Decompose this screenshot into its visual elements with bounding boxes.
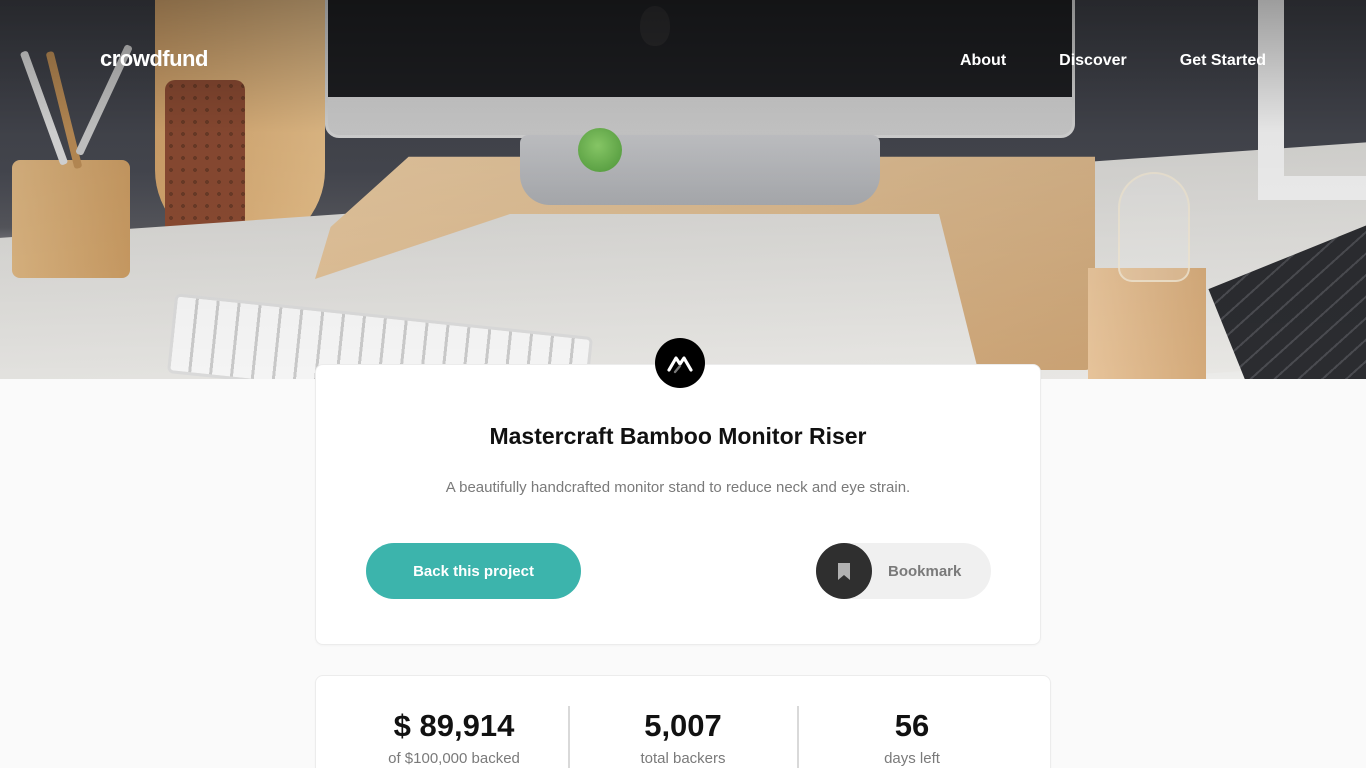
top-navigation: crowdfund About Discover Get Started — [0, 0, 1366, 120]
project-intro-card: Mastercraft Bamboo Monitor Riser A beaut… — [315, 338, 1041, 645]
nav-links: About Discover Get Started — [960, 52, 1266, 70]
project-stats-card: $ 89,914 of $100,000 backed 5,007 total … — [315, 675, 1051, 768]
crowdfund-logo[interactable]: crowdfund — [100, 46, 208, 72]
monitor-stand-graphic — [520, 135, 880, 205]
project-description: A beautifully handcrafted monitor stand … — [445, 479, 911, 496]
pencil-cup-graphic — [12, 160, 130, 278]
laptop-graphic — [1208, 221, 1366, 379]
mastercraft-logo-icon — [655, 338, 705, 388]
mastercraft-mark-icon — [667, 356, 693, 374]
bookmark-icon — [838, 562, 850, 580]
stat-backed-value: $ 89,914 — [393, 708, 515, 743]
stat-backers-value: 5,007 — [644, 708, 722, 743]
bookmark-label: Bookmark — [888, 562, 962, 580]
stat-days-value: 56 — [894, 708, 930, 743]
light-bulb-graphic — [1118, 172, 1190, 282]
stat-divider — [568, 706, 570, 768]
project-title: Mastercraft Bamboo Monitor Riser — [489, 423, 867, 449]
nav-link-discover[interactable]: Discover — [1059, 52, 1127, 70]
lamp-base-graphic — [1088, 268, 1206, 379]
nav-link-get-started[interactable]: Get Started — [1180, 52, 1266, 70]
bookmark-button[interactable]: Bookmark — [816, 543, 991, 599]
stat-days-label: days left — [884, 750, 940, 767]
monitor-riser-graphic — [315, 156, 1095, 370]
figurine-graphic — [578, 128, 622, 172]
nav-link-about[interactable]: About — [960, 52, 1006, 70]
stat-divider — [797, 706, 799, 768]
stat-days-left: 56 days left — [812, 708, 1012, 767]
stat-backers-label: total backers — [640, 750, 726, 767]
stat-backers: 5,007 total backers — [583, 708, 783, 767]
stat-backed-label: of $100,000 backed — [388, 750, 520, 767]
stat-backed: $ 89,914 of $100,000 backed — [354, 708, 554, 767]
bookmark-icon-circle — [816, 543, 872, 599]
back-project-button[interactable]: Back this project — [366, 543, 581, 599]
